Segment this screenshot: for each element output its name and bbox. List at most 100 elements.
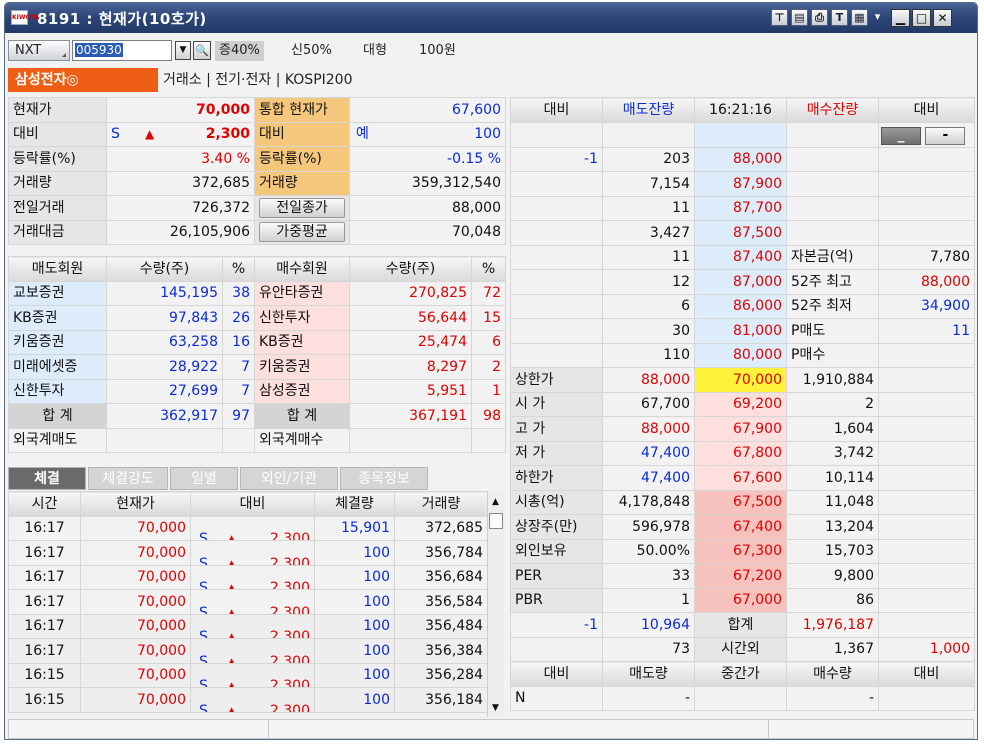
chevron-down-icon[interactable]: ▼	[175, 41, 191, 60]
stock-code-input[interactable]: 005930	[72, 40, 172, 61]
summary-label-right[interactable]: 가중평균	[254, 219, 350, 245]
trades-header-cell: 현재가	[80, 491, 191, 517]
copy-icon[interactable]: ▤	[791, 9, 808, 26]
tab-item[interactable]: 체결강도	[88, 467, 168, 490]
footer-row: N--	[510, 685, 975, 711]
bid-change	[878, 514, 975, 540]
footer-header-cell: 대비	[878, 661, 975, 687]
tab-item[interactable]: 외인/기관	[240, 467, 338, 490]
summary-label-right: 통합 현재가	[254, 97, 350, 123]
bid-qty: 3,742	[786, 440, 879, 466]
ask-price[interactable]: 87,000	[694, 269, 787, 295]
ask-price[interactable]: 87,400	[694, 244, 787, 270]
maximize-button[interactable]: □	[912, 9, 931, 27]
trade-mark: S	[199, 629, 208, 639]
sell-member[interactable]: 키움증권	[8, 329, 107, 355]
tab-item[interactable]: 일별	[170, 467, 238, 490]
bid-price[interactable]: 67,400	[694, 514, 787, 540]
dash-button[interactable]: -	[925, 126, 966, 145]
scroll-up-icon[interactable]: ▲	[492, 497, 499, 507]
trade-row[interactable]: 16:17 70,000 S ▲ 2,300 100 356,484	[8, 613, 488, 639]
summary-label-right: 등락률(%)	[254, 146, 350, 172]
close-button[interactable]: ✕	[933, 9, 952, 27]
trades-scrollbar[interactable]: ▲ ▼	[487, 493, 504, 717]
sell-member[interactable]: 교보증권	[8, 280, 107, 306]
trade-change: S ▲ 2,300	[190, 687, 315, 713]
minimize-button[interactable]: ▁	[891, 9, 910, 27]
bid-change	[878, 195, 975, 221]
trade-change-value: 2,300	[269, 702, 310, 712]
trade-change: S ▲ 2,300	[190, 564, 315, 590]
bid-price[interactable]: 67,200	[694, 563, 787, 589]
bid-change	[878, 146, 975, 172]
trade-row[interactable]: 16:17 70,000 S ▲ 2,300 15,901 372,685	[8, 515, 488, 541]
members-header-cell[interactable]: 수량(주)	[349, 256, 472, 282]
bid-price[interactable]: 67,000	[694, 587, 787, 613]
sell-qty: 28,922	[106, 354, 223, 380]
sell-member[interactable]: 미래에셋증	[8, 354, 107, 380]
title-bar[interactable]: KIWOOM 8191 : 현재가(10호가) ⊤ ▤ ⎙ T ▦ ▾ ▁ □ …	[5, 3, 977, 33]
members-header-cell[interactable]: 수량(주)	[106, 256, 223, 282]
buy-member[interactable]: 신한투자	[254, 305, 350, 331]
trade-row[interactable]: 16:17 70,000 S ▲ 2,300 100 356,784	[8, 540, 488, 566]
market-select[interactable]: NXT	[8, 40, 70, 61]
buy-member[interactable]: 유안타증권	[254, 280, 350, 306]
ask-qty: 12	[602, 269, 695, 295]
buy-member[interactable]: 삼성증권	[254, 378, 350, 404]
bid-change	[878, 171, 975, 197]
bid-price[interactable]: 69,200	[694, 391, 787, 417]
trade-row[interactable]: 16:17 70,000 S ▲ 2,300 100 356,584	[8, 589, 488, 615]
bid-price[interactable]: 67,500	[694, 489, 787, 515]
status-bar	[8, 719, 974, 739]
ask-price[interactable]: 87,500	[694, 220, 787, 246]
ask-price[interactable]: 86,000	[694, 293, 787, 319]
bid-price[interactable]: 70,000	[694, 367, 787, 393]
sell-member[interactable]: KB증권	[8, 305, 107, 331]
buy-member: 합 계	[254, 403, 350, 429]
trade-change-value: 2,300	[269, 653, 310, 663]
par-badge: 100원	[419, 43, 456, 58]
settings-icon[interactable]: ▦	[851, 9, 868, 26]
members-row: 키움증권 63,258 16 KB증권 25,474 6	[8, 329, 506, 355]
bid-price[interactable]: 67,800	[694, 440, 787, 466]
summary-label-right[interactable]: 전일종가	[254, 195, 350, 221]
ask-price[interactable]: 81,000	[694, 318, 787, 344]
bid-price[interactable]: 67,900	[694, 416, 787, 442]
stat-label: 52주 최저	[786, 293, 879, 319]
tab-item[interactable]: 종목정보	[340, 467, 428, 490]
buy-pct: 72	[471, 280, 506, 306]
menu-icon[interactable]: ▾	[871, 9, 884, 26]
ask-price[interactable]: 80,000	[694, 342, 787, 368]
tab-item[interactable]: 체결	[8, 467, 86, 490]
trade-volume: 356,184	[394, 687, 488, 713]
scroll-down-icon[interactable]: ▼	[492, 703, 499, 713]
trade-row[interactable]: 16:17 70,000 S ▲ 2,300 100 356,684	[8, 564, 488, 590]
stock-name[interactable]: 삼성전자◎	[8, 68, 158, 92]
text-icon[interactable]: T	[831, 9, 848, 26]
buy-member[interactable]: 키움증권	[254, 354, 350, 380]
print-icon[interactable]: ⎙	[811, 9, 828, 26]
bid-price[interactable]: 67,600	[694, 465, 787, 491]
trade-row[interactable]: 16:15 70,000 S ▲ 2,300 100 356,284	[8, 662, 488, 688]
trade-volume: 356,284	[394, 662, 488, 688]
summary-label-button[interactable]: 전일종가	[259, 197, 345, 218]
ask-price[interactable]: 88,000	[694, 146, 787, 172]
trade-row[interactable]: 16:15 70,000 S ▲ 2,300 100 356,184	[8, 687, 488, 713]
footer-cell: N	[510, 685, 603, 711]
ask-price[interactable]: 87,900	[694, 171, 787, 197]
search-icon[interactable]: 🔍	[193, 41, 211, 60]
trade-row[interactable]: 16:17 70,000 S ▲ 2,300 100 356,384	[8, 638, 488, 664]
bid-price[interactable]: 67,300	[694, 538, 787, 564]
buy-member[interactable]: KB증권	[254, 329, 350, 355]
ask-price[interactable]: 87,700	[694, 195, 787, 221]
sell-pct: 26	[222, 305, 255, 331]
margin-badge: 증40%	[215, 41, 264, 61]
ask-price[interactable]	[694, 121, 787, 148]
pin-icon[interactable]: ⊤	[771, 9, 788, 26]
summary-value-right: -0.15 %	[349, 146, 506, 172]
summary-label-button[interactable]: 가중평균	[259, 222, 345, 243]
sell-member[interactable]: 신한투자	[8, 378, 107, 404]
ask-row: 11 87,400 자본금(억) 7,780	[510, 244, 975, 270]
scroll-thumb[interactable]	[489, 513, 503, 529]
collapse-button[interactable]: _	[881, 126, 921, 145]
